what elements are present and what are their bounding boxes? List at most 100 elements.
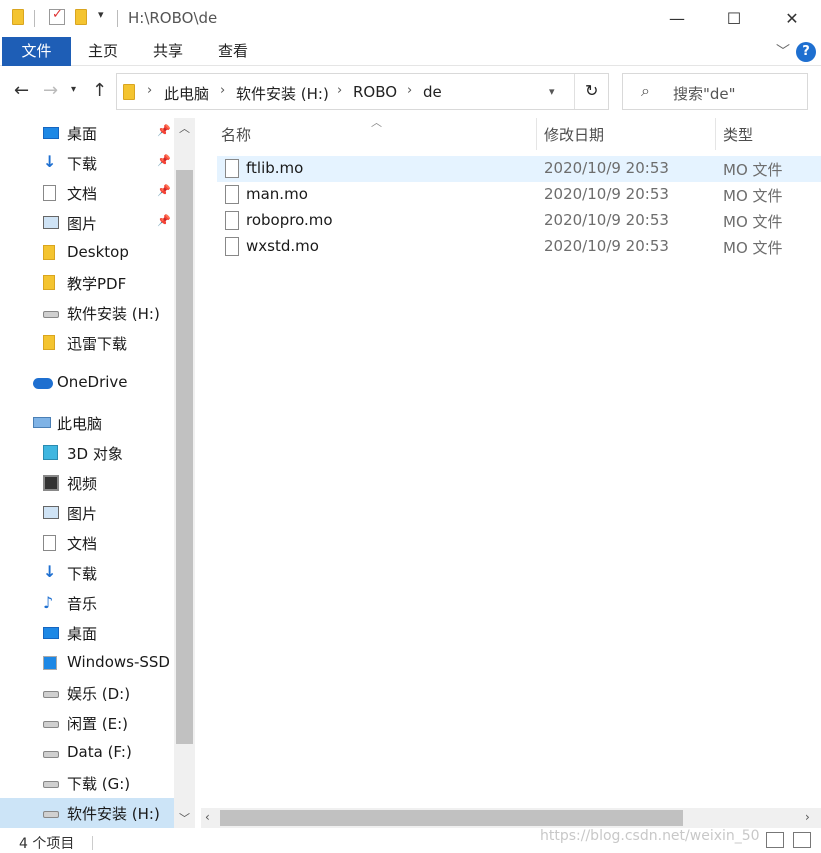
- address-bar[interactable]: › 此电脑 › 软件安装 (H:) › ROBO › de ▾ ↻: [116, 73, 609, 110]
- chevron-right-icon[interactable]: ›: [337, 83, 342, 98]
- file-name: ftlib.mo: [246, 159, 304, 177]
- content-horizontal-scrollbar[interactable]: ‹ ›: [201, 808, 821, 828]
- sidebar-item-this-pc[interactable]: 此电脑: [0, 408, 174, 438]
- divider: [34, 10, 35, 27]
- breadcrumb-robo[interactable]: ROBO: [353, 83, 397, 101]
- column-header-type[interactable]: 类型: [723, 124, 753, 145]
- pin-icon[interactable]: 📌: [157, 124, 171, 137]
- search-input[interactable]: ⌕ 搜索"de": [622, 73, 808, 110]
- scroll-up-icon[interactable]: ︿: [179, 120, 190, 136]
- customize-toolbar-icon[interactable]: ▾: [98, 8, 104, 21]
- sidebar-item-quick-1[interactable]: ↓ 下载 📌: [0, 148, 174, 178]
- breadcrumb-drive-h[interactable]: 软件安装 (H:): [236, 83, 329, 104]
- download-icon: ↓: [43, 152, 57, 171]
- sidebar-item-pc-2[interactable]: 图片: [0, 498, 174, 528]
- status-bar: 4 个项目 https://blog.csdn.net/weixin_50: [0, 828, 821, 853]
- sidebar-item-label: 迅雷下载: [67, 335, 128, 353]
- sidebar-item-quick-0[interactable]: 桌面 📌: [0, 118, 174, 148]
- maximize-button[interactable]: ☐: [705, 0, 763, 37]
- back-arrow-icon[interactable]: ←: [14, 80, 29, 101]
- sidebar-item-label: 文档: [67, 535, 98, 553]
- file-row[interactable]: wxstd.mo 2020/10/9 20:53 MO 文件: [217, 234, 821, 260]
- file-date: 2020/10/9 20:53: [544, 159, 669, 177]
- tab-share[interactable]: 共享: [147, 37, 189, 66]
- details-view-icon[interactable]: [766, 832, 784, 848]
- sidebar-item-onedrive[interactable]: OneDrive: [0, 368, 174, 398]
- minimize-button[interactable]: —: [648, 0, 706, 37]
- sidebar-item-pc-12[interactable]: 软件安装 (H:): [0, 798, 174, 828]
- pin-icon[interactable]: 📌: [157, 184, 171, 197]
- pin-icon[interactable]: 📌: [157, 154, 171, 167]
- item-count: 4 个项目: [19, 836, 75, 852]
- expand-ribbon-icon[interactable]: ﹀: [776, 41, 790, 61]
- new-folder-icon[interactable]: [75, 9, 87, 25]
- breadcrumb-de[interactable]: de: [423, 83, 442, 101]
- sidebar-item-pc-4[interactable]: ↓ 下载: [0, 558, 174, 588]
- forward-arrow-icon[interactable]: →: [43, 80, 58, 101]
- drive-icon: [43, 775, 59, 791]
- sidebar-item-pc-11[interactable]: 下载 (G:): [0, 768, 174, 798]
- folder-icon: [43, 275, 59, 291]
- divider: [117, 10, 118, 27]
- chevron-right-icon[interactable]: ›: [407, 83, 412, 98]
- large-icons-view-icon[interactable]: [793, 832, 811, 848]
- chevron-right-icon[interactable]: ›: [220, 83, 225, 98]
- recent-locations-icon[interactable]: ▾: [71, 84, 76, 95]
- windows-drive-icon: [43, 655, 59, 671]
- sidebar-item-pc-8[interactable]: 娱乐 (D:): [0, 678, 174, 708]
- file-row[interactable]: ftlib.mo 2020/10/9 20:53 MO 文件: [217, 156, 821, 182]
- sidebar-item-quick-5[interactable]: 教学PDF: [0, 268, 174, 298]
- sidebar-item-pc-10[interactable]: Data (F:): [0, 738, 174, 768]
- column-divider[interactable]: [536, 118, 537, 150]
- file-icon: [225, 211, 239, 230]
- file-row[interactable]: robopro.mo 2020/10/9 20:53 MO 文件: [217, 208, 821, 234]
- sidebar-item-label: OneDrive: [57, 373, 128, 391]
- column-header-date[interactable]: 修改日期: [544, 124, 604, 145]
- scrollbar-thumb[interactable]: [176, 170, 193, 744]
- sidebar-item-pc-0[interactable]: 3D 对象: [0, 438, 174, 468]
- scrollbar-thumb[interactable]: [220, 810, 683, 826]
- sidebar-item-pc-6[interactable]: 桌面: [0, 618, 174, 648]
- column-divider[interactable]: [715, 118, 716, 150]
- ribbon-tabs: 文件 主页 共享 查看 ﹀ ?: [0, 37, 821, 66]
- sidebar-item-label: 软件安装 (H:): [67, 805, 160, 823]
- up-arrow-icon[interactable]: ↑: [92, 80, 107, 101]
- sidebar-item-pc-9[interactable]: 闲置 (E:): [0, 708, 174, 738]
- file-type: MO 文件: [723, 239, 783, 257]
- sidebar-item-label: 下载: [67, 155, 98, 173]
- drive-icon: [43, 305, 59, 321]
- watermark: https://blog.csdn.net/weixin_50: [540, 828, 760, 844]
- tab-file[interactable]: 文件: [2, 37, 71, 66]
- sidebar-item-pc-5[interactable]: ♪ 音乐: [0, 588, 174, 618]
- sidebar-item-quick-7[interactable]: 迅雷下载: [0, 328, 174, 358]
- scroll-right-icon[interactable]: ›: [805, 810, 810, 824]
- sidebar-item-quick-3[interactable]: 图片 📌: [0, 208, 174, 238]
- sidebar-item-quick-6[interactable]: 软件安装 (H:): [0, 298, 174, 328]
- pin-icon[interactable]: 📌: [157, 214, 171, 227]
- sidebar-item-pc-1[interactable]: 视频: [0, 468, 174, 498]
- sidebar-item-pc-7[interactable]: Windows-SSD: [0, 648, 174, 678]
- sidebar-item-quick-2[interactable]: 文档 📌: [0, 178, 174, 208]
- sidebar-scrollbar[interactable]: ︿ ﹀: [174, 118, 195, 828]
- file-row[interactable]: man.mo 2020/10/9 20:53 MO 文件: [217, 182, 821, 208]
- chevron-right-icon[interactable]: ›: [147, 83, 152, 98]
- refresh-icon[interactable]: ↻: [585, 81, 598, 100]
- scroll-down-icon[interactable]: ﹀: [179, 810, 190, 826]
- properties-icon[interactable]: ✓: [49, 7, 65, 25]
- tab-view[interactable]: 查看: [212, 37, 254, 66]
- sidebar-item-label: 视频: [67, 475, 98, 493]
- help-icon[interactable]: ?: [796, 42, 816, 62]
- close-button[interactable]: ✕: [763, 0, 821, 37]
- column-header-name[interactable]: 名称: [221, 124, 251, 145]
- sidebar-item-quick-4[interactable]: Desktop: [0, 238, 174, 268]
- chevron-down-icon[interactable]: ▾: [549, 85, 555, 98]
- sidebar-item-pc-3[interactable]: 文档: [0, 528, 174, 558]
- search-placeholder: 搜索"de": [673, 85, 736, 103]
- file-date: 2020/10/9 20:53: [544, 237, 669, 255]
- tab-home[interactable]: 主页: [82, 37, 124, 66]
- sidebar-item-label: 软件安装 (H:): [67, 305, 160, 323]
- breadcrumb-this-pc[interactable]: 此电脑: [164, 83, 209, 104]
- window-title: H:\ROBO\de: [128, 9, 218, 27]
- sidebar-item-label: 娱乐 (D:): [67, 685, 131, 703]
- scroll-left-icon[interactable]: ‹: [205, 810, 210, 824]
